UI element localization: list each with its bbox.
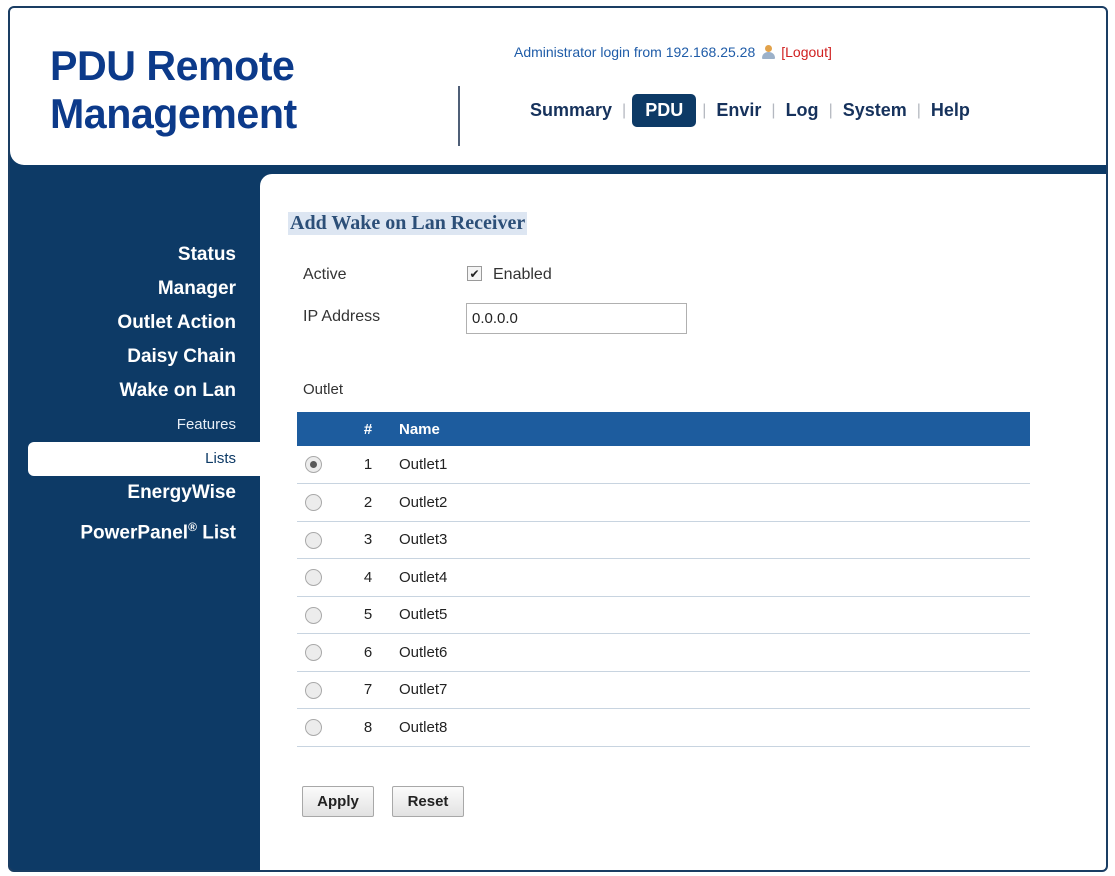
table-cell-number: 5: [337, 596, 399, 634]
outlet-label: Outlet: [303, 381, 344, 398]
sidebar-item-lists[interactable]: Lists: [28, 442, 260, 476]
table-cell-name: Outlet4: [399, 558, 1030, 597]
table-cell-number: 6: [337, 633, 399, 672]
login-text: Administrator login from 192.168.25.28: [514, 44, 756, 60]
table-cell-select: [297, 521, 337, 559]
table-cell-name: Outlet2: [399, 483, 1030, 522]
nav-log[interactable]: Log: [776, 100, 829, 121]
sidebar-item-manager[interactable]: Manager: [10, 272, 260, 306]
sidebar: Status Manager Outlet Action Daisy Chain…: [10, 238, 260, 544]
outlet-radio[interactable]: [305, 606, 322, 624]
app-frame: PDU Remote Management Administrator logi…: [8, 6, 1108, 872]
table-cell-select: [297, 558, 337, 597]
outlet-radio[interactable]: [305, 531, 322, 549]
table-cell-select: [297, 446, 337, 484]
ip-address-input[interactable]: [466, 303, 687, 334]
outlet-radio[interactable]: [305, 681, 322, 699]
enabled-checkbox[interactable]: ✔: [467, 266, 482, 281]
ip-address-label: IP Address: [303, 308, 381, 325]
table-header-row: # Name: [297, 412, 1030, 446]
brand-logo: PDU Remote Management: [50, 42, 297, 138]
table-cell-number: 2: [337, 483, 399, 522]
brand-line-2: Management: [50, 90, 297, 137]
table-cell-select: [297, 483, 337, 522]
nav-pdu[interactable]: PDU: [632, 94, 697, 127]
table-header-select: [297, 412, 337, 446]
login-status: Administrator login from 192.168.25.28 […: [514, 44, 832, 60]
outlet-radio[interactable]: [305, 456, 322, 474]
table-row[interactable]: 5 Outlet5: [297, 596, 1030, 634]
powerpanel-label: PowerPanel: [80, 522, 189, 544]
table-cell-name: Outlet6: [399, 633, 1030, 672]
table-row[interactable]: 2 Outlet2: [297, 483, 1030, 522]
table-cell-name: Outlet1: [399, 446, 1030, 484]
outlet-radio[interactable]: [305, 719, 322, 737]
active-label: Active: [303, 266, 347, 283]
table-row[interactable]: 1 Outlet1: [297, 446, 1030, 484]
table-cell-select: [297, 596, 337, 634]
table-cell-number: 1: [337, 446, 399, 484]
powerpanel-suffix: List: [196, 522, 236, 544]
table-cell-number: 3: [337, 521, 399, 559]
apply-button[interactable]: Apply: [302, 786, 374, 817]
table-cell-select: [297, 708, 337, 747]
table-cell-select: [297, 633, 337, 672]
outlet-radio[interactable]: [305, 569, 322, 587]
sidebar-item-outlet-action[interactable]: Outlet Action: [10, 306, 260, 340]
nav-system[interactable]: System: [833, 100, 917, 121]
table-cell-number: 8: [337, 708, 399, 747]
enabled-label: Enabled: [493, 266, 552, 283]
sidebar-item-powerpanel-list[interactable]: PowerPanel® List: [10, 510, 260, 544]
table-cell-number: 4: [337, 558, 399, 597]
brand-line-1: PDU Remote: [50, 42, 295, 89]
sidebar-item-features[interactable]: Features: [10, 408, 260, 442]
table-header-number: #: [337, 412, 399, 446]
table-cell-name: Outlet3: [399, 521, 1030, 559]
table-cell-name: Outlet7: [399, 671, 1030, 709]
user-icon: [760, 44, 776, 60]
table-row[interactable]: 8 Outlet8: [297, 708, 1030, 747]
table-cell-select: [297, 671, 337, 709]
sidebar-item-wake-on-lan[interactable]: Wake on Lan: [10, 374, 260, 408]
table-row[interactable]: 3 Outlet3: [297, 521, 1030, 559]
header: PDU Remote Management Administrator logi…: [10, 8, 1106, 165]
nav-separator: |: [622, 101, 627, 119]
outlet-table: # Name 1 Outlet1 2 Outlet2 3 Outlet3 4 Outlet4 5…: [297, 412, 1030, 747]
page-title: Add Wake on Lan Receiver: [288, 212, 528, 235]
registered-mark: ®: [188, 520, 197, 534]
table-row[interactable]: 4 Outlet4: [297, 558, 1030, 597]
outlet-radio[interactable]: [305, 644, 322, 662]
sidebar-item-energywise[interactable]: EnergyWise: [10, 476, 260, 510]
sidebar-item-status[interactable]: Status: [10, 238, 260, 272]
checkmark-icon: ✔: [469, 266, 480, 281]
table-cell-name: Outlet5: [399, 596, 1030, 634]
logout-link[interactable]: [Logout]: [781, 44, 832, 60]
nav-help[interactable]: Help: [921, 100, 980, 121]
nav-envir[interactable]: Envir: [706, 100, 771, 121]
main-content: Add Wake on Lan Receiver Active ✔ Enable…: [260, 174, 1106, 870]
table-row[interactable]: 7 Outlet7: [297, 671, 1030, 709]
nav-summary[interactable]: Summary: [520, 100, 622, 121]
sidebar-item-daisy-chain[interactable]: Daisy Chain: [10, 340, 260, 374]
table-header-name: Name: [399, 412, 1030, 446]
header-divider: [458, 86, 460, 146]
top-navigation: Summary | PDU | Envir | Log | System | H…: [520, 94, 980, 127]
reset-button[interactable]: Reset: [392, 786, 464, 817]
table-cell-name: Outlet8: [399, 708, 1030, 747]
table-cell-number: 7: [337, 671, 399, 709]
outlet-radio[interactable]: [305, 494, 322, 512]
table-row[interactable]: 6 Outlet6: [297, 633, 1030, 672]
